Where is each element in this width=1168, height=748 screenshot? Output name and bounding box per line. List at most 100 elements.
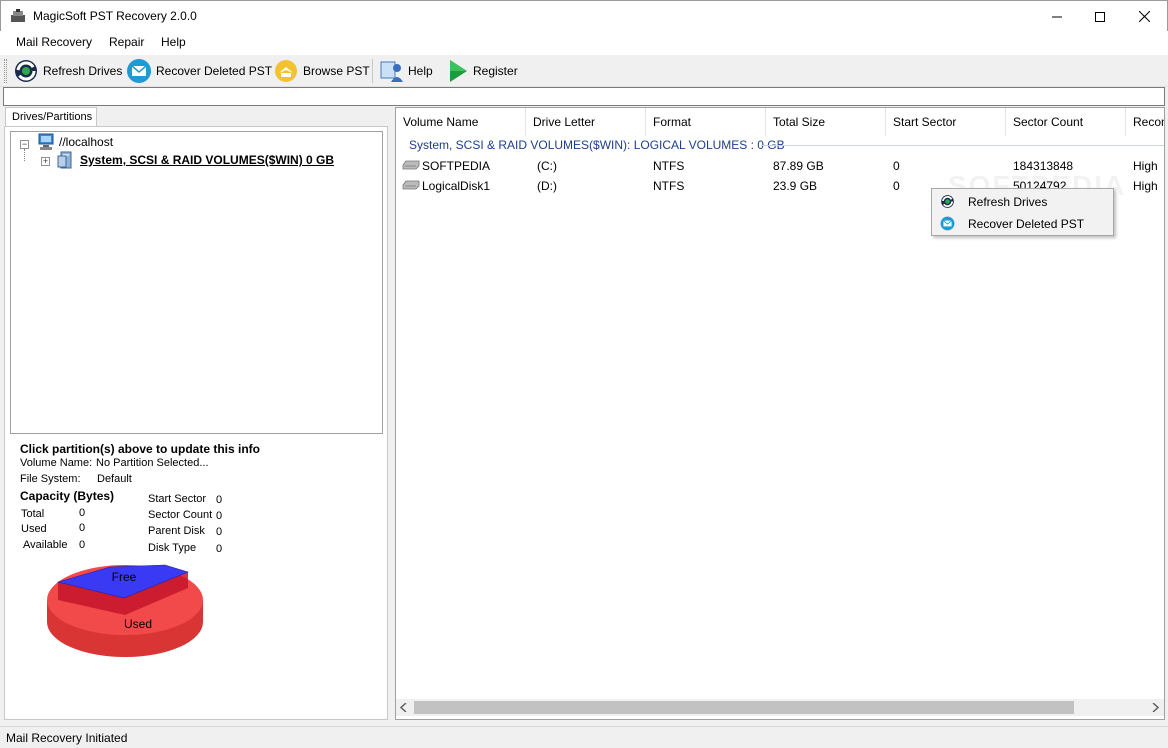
menu-mail-recovery[interactable]: Mail Recovery: [16, 35, 92, 49]
cell-volume-name: LogicalDisk1: [422, 179, 491, 193]
toolbar-separator: [372, 59, 373, 83]
menu-bar: Mail Recovery Repair Help: [0, 31, 1168, 55]
column-sector-count[interactable]: Sector Count: [1006, 108, 1126, 136]
context-refresh-drives[interactable]: Refresh Drives: [935, 191, 1111, 212]
used-value: 0: [79, 522, 86, 534]
file-system-value: Default: [97, 473, 132, 485]
volume-name-value: No Partition Selected...: [96, 457, 209, 469]
help-button[interactable]: Help: [378, 57, 433, 85]
scroll-right-icon[interactable]: [1151, 703, 1159, 712]
status-bar: Mail Recovery Initiated: [0, 726, 1168, 748]
disk-type-value: 0: [216, 543, 223, 555]
toolbar-grip: [4, 59, 7, 83]
window-title: MagicSoft PST Recovery 2.0.0: [33, 9, 197, 23]
cell-total-size: 23.9 GB: [773, 179, 818, 193]
tree-item-localhost[interactable]: //localhost: [59, 135, 113, 149]
collapse-toggle-localhost[interactable]: −: [20, 140, 29, 149]
cell-start-sector: 0: [893, 159, 900, 173]
close-button[interactable]: [1121, 1, 1167, 32]
maximize-icon: [1095, 11, 1105, 22]
column-total-size[interactable]: Total Size: [766, 108, 886, 136]
parent-disk-label: Parent Disk: [148, 525, 205, 537]
disk-type-label: Disk Type: [148, 542, 197, 554]
play-icon: [450, 60, 467, 82]
server-icon: [57, 151, 72, 169]
cell-drive-letter: (C:): [537, 159, 557, 173]
available-value: 0: [79, 539, 86, 551]
column-format[interactable]: Format: [646, 108, 766, 136]
browse-pst-button[interactable]: Browse PST: [273, 57, 370, 85]
sector-count-label: Sector Count: [148, 509, 213, 521]
drive-icon: [402, 180, 420, 190]
register-button[interactable]: Register: [447, 57, 518, 85]
recover-deleted-pst-button[interactable]: Recover Deleted PST: [126, 57, 272, 85]
scrollbar-thumb[interactable]: [414, 701, 1074, 714]
available-label: Available: [23, 539, 68, 551]
parent-disk-value: 0: [216, 526, 223, 538]
cell-recon: High: [1133, 159, 1158, 173]
maximize-button[interactable]: [1077, 1, 1123, 32]
menu-help[interactable]: Help: [161, 35, 186, 49]
close-icon: [1138, 11, 1150, 22]
cell-total-size: 87.89 GB: [773, 159, 824, 173]
file-system-label: File System:: [20, 473, 81, 485]
cell-start-sector: 0: [893, 179, 900, 193]
tree-item-volumes[interactable]: System, SCSI & RAID VOLUMES($WIN) 0 GB: [80, 153, 334, 167]
minimize-button[interactable]: [1034, 1, 1080, 32]
column-drive-letter[interactable]: Drive Letter: [526, 108, 646, 136]
context-refresh-drives-label: Refresh Drives: [968, 194, 1048, 209]
cell-drive-letter: (D:): [537, 179, 557, 193]
cell-recon: High: [1133, 179, 1158, 193]
scroll-left-icon[interactable]: [400, 703, 408, 712]
volume-name-label: Volume Name:: [20, 457, 93, 469]
sector-count-value: 0: [216, 510, 223, 522]
start-sector-label: Start Sector: [148, 493, 207, 505]
horizontal-scrollbar[interactable]: [396, 699, 1164, 716]
toolbar: Refresh Drives Recover Deleted PST Brows…: [0, 55, 1168, 87]
help-icon: [380, 61, 403, 82]
context-recover-deleted-pst[interactable]: Recover Deleted PST: [935, 213, 1111, 234]
info-header: Click partition(s) above to update this …: [20, 442, 261, 456]
used-label: Used: [21, 523, 47, 535]
title-bar: MagicSoft PST Recovery 2.0.0: [0, 0, 1168, 31]
refresh-drives-button[interactable]: Refresh Drives: [13, 57, 122, 85]
app-icon: [11, 9, 25, 22]
pie-used-label: Used: [124, 617, 152, 631]
cell-format: NTFS: [653, 159, 685, 173]
recover-deleted-pst-label: Recover Deleted PST: [156, 64, 273, 78]
start-sector-value: 0: [216, 494, 223, 506]
minimize-icon: [1052, 16, 1062, 17]
capacity-pie-chart: Free Used: [47, 564, 203, 657]
browse-pst-icon: [275, 60, 297, 82]
cell-volume-name: SOFTPEDIA: [422, 159, 491, 173]
pie-free-label: Free: [112, 570, 137, 584]
drive-icon: [402, 160, 420, 170]
context-recover-deleted-pst-label: Recover Deleted PST: [968, 216, 1085, 231]
column-start-sector[interactable]: Start Sector: [886, 108, 1006, 136]
cell-format: NTFS: [653, 179, 685, 193]
tree-connector: [24, 149, 25, 161]
register-label: Register: [473, 64, 518, 78]
browse-pst-label: Browse PST: [303, 64, 370, 78]
mail-icon: [127, 59, 151, 83]
capacity-header: Capacity (Bytes): [20, 489, 115, 503]
drive-tree[interactable]: − //localhost + System, SCSI & RAID VOLU…: [10, 131, 383, 434]
context-menu: Refresh Drives Recover Deleted PST: [931, 188, 1114, 236]
help-label: Help: [408, 64, 433, 78]
computer-icon: [38, 133, 54, 150]
address-input[interactable]: [3, 87, 1165, 106]
column-recon[interactable]: Recon: [1126, 108, 1164, 136]
group-header[interactable]: System, SCSI & RAID VOLUMES($WIN): LOGIC…: [409, 138, 785, 152]
mail-icon: [940, 216, 955, 231]
menu-repair[interactable]: Repair: [109, 35, 144, 49]
refresh-drives-icon: [15, 60, 37, 82]
tab-drives-partitions[interactable]: Drives/Partitions: [5, 107, 97, 127]
column-volume-name[interactable]: Volume Name: [396, 108, 526, 136]
total-label: Total: [21, 508, 45, 520]
refresh-drives-label: Refresh Drives: [43, 64, 123, 78]
status-text: Mail Recovery Initiated: [6, 731, 128, 745]
group-divider: [761, 145, 1164, 146]
total-value: 0: [79, 507, 86, 519]
refresh-drives-icon: [941, 195, 954, 208]
expand-toggle-volumes[interactable]: +: [41, 157, 50, 166]
